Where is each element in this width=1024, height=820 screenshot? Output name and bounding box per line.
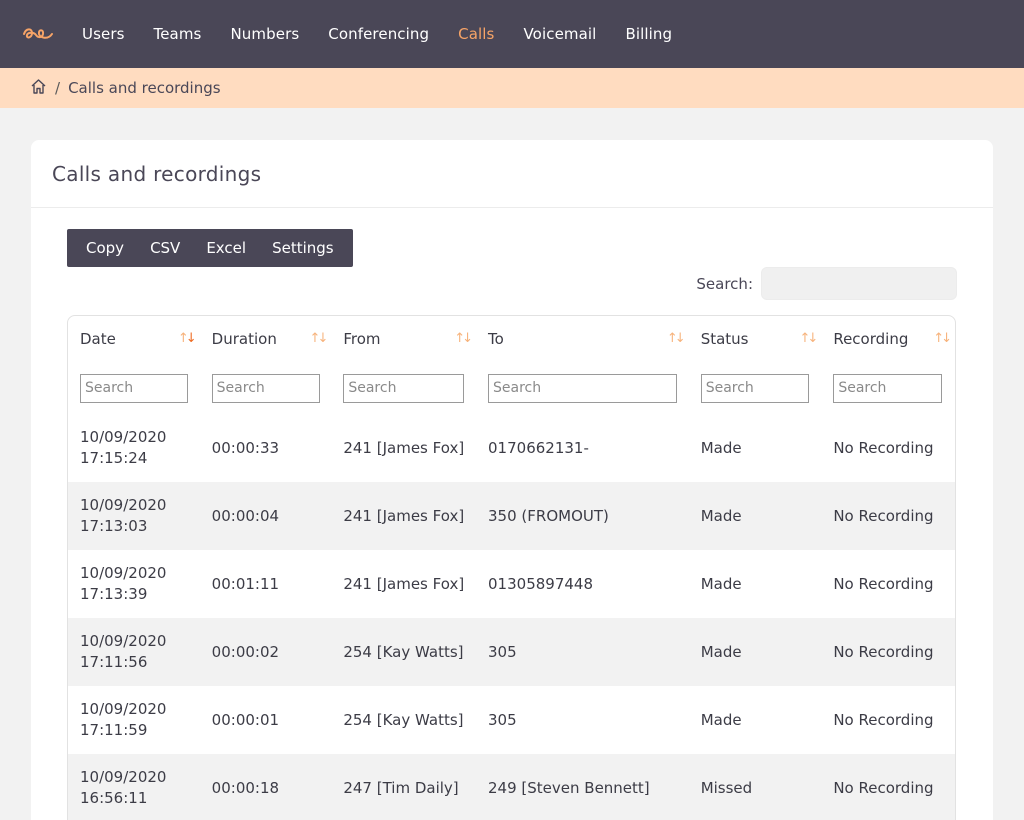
table-row[interactable]: 10/09/2020 17:15:24 00:00:33 241 [James F…: [68, 414, 955, 482]
date-cell: 10/09/2020 17:11:59: [68, 686, 200, 754]
breadcrumb-current: Calls and recordings: [68, 79, 221, 97]
sort-icon[interactable]: ↑↓: [667, 331, 686, 346]
column-label: Duration: [211, 330, 277, 348]
sort-icon[interactable]: ↑↓: [933, 331, 952, 346]
column-label: Recording: [833, 330, 909, 348]
column-header-recording[interactable]: Recording ↑↓: [821, 316, 955, 362]
recording-filter-input[interactable]: Search: [833, 373, 943, 403]
status-cell: Made: [688, 686, 822, 754]
home-icon[interactable]: [30, 78, 47, 99]
duration-cell: 00:01:11: [199, 550, 332, 618]
excel-button[interactable]: Excel: [193, 229, 259, 267]
nav-item-conferencing[interactable]: Conferencing: [328, 25, 429, 43]
status-cell: Made: [688, 482, 822, 550]
recording-cell: No Recording: [821, 686, 955, 754]
top-navigation: Users Teams Numbers Conferencing Calls V…: [0, 0, 1024, 68]
duration-cell: 00:00:33: [199, 414, 332, 482]
date-cell: 10/09/2020 17:13:39: [68, 550, 200, 618]
column-label: To: [488, 330, 504, 348]
column-header-from[interactable]: From ↑↓: [331, 316, 476, 362]
to-cell: 350 (FROMOUT): [476, 482, 689, 550]
nav-item-teams[interactable]: Teams: [154, 25, 202, 43]
to-filter-input[interactable]: Search: [488, 373, 678, 403]
nav-item-calls[interactable]: Calls: [458, 25, 494, 43]
from-cell: 241 [James Fox]: [331, 550, 477, 618]
column-label: Date: [80, 330, 116, 348]
table-row[interactable]: 10/09/2020 17:11:56 00:00:02 254 [Kay Wat…: [68, 618, 955, 686]
recording-cell: No Recording: [821, 414, 955, 482]
column-header-duration[interactable]: Duration ↑↓: [200, 316, 332, 362]
page-title: Calls and recordings: [52, 161, 262, 186]
status-cell: Made: [688, 414, 822, 482]
copy-button[interactable]: Copy: [73, 229, 137, 267]
duration-filter-input[interactable]: Search: [211, 373, 320, 403]
table-row[interactable]: 10/09/2020 17:11:59 00:00:01 254 [Kay Wat…: [68, 686, 955, 754]
to-cell: 0170662131-: [476, 414, 689, 482]
card-header: Calls and recordings: [31, 140, 993, 208]
export-button-group: Copy CSV Excel Settings: [67, 229, 353, 267]
status-cell: Missed: [688, 754, 822, 820]
calls-table-container: Date ↑↓ Duration ↑↓ From ↑↓ To ↑↓ Status…: [67, 315, 956, 820]
nav-menu: Users Teams Numbers Conferencing Calls V…: [82, 25, 701, 43]
column-label: Status: [700, 330, 749, 348]
to-cell: 305: [476, 618, 689, 686]
duration-cell: 00:00:02: [199, 618, 332, 686]
nav-item-users[interactable]: Users: [82, 25, 125, 43]
from-filter-input[interactable]: Search: [343, 373, 465, 403]
to-cell: 305: [476, 686, 689, 754]
recording-cell: No Recording: [821, 754, 955, 820]
status-cell: Made: [688, 618, 822, 686]
from-cell: 241 [James Fox]: [331, 482, 477, 550]
column-header-date[interactable]: Date ↑↓: [68, 316, 200, 362]
recording-cell: No Recording: [821, 550, 955, 618]
column-header-status[interactable]: Status ↑↓: [689, 316, 822, 362]
from-cell: 247 [Tim Daily]: [331, 754, 477, 820]
from-cell: 254 [Kay Watts]: [331, 618, 477, 686]
duration-cell: 00:00:01: [199, 686, 332, 754]
date-cell: 10/09/2020 17:11:56: [68, 618, 200, 686]
table-row[interactable]: 10/09/2020 17:13:39 00:01:11 241 [James F…: [68, 550, 955, 618]
search-label: Search:: [696, 274, 753, 293]
status-filter-input[interactable]: Search: [700, 373, 809, 403]
search-input[interactable]: [761, 267, 957, 300]
logo-icon[interactable]: [22, 24, 56, 44]
date-cell: 10/09/2020 17:15:24: [68, 414, 200, 482]
duration-cell: 00:00:18: [199, 754, 332, 820]
breadcrumb: / Calls and recordings: [0, 68, 1024, 108]
from-cell: 241 [James Fox]: [331, 414, 477, 482]
date-filter-input[interactable]: Search: [80, 373, 188, 403]
date-cell: 10/09/2020 17:13:03: [68, 482, 200, 550]
table-row[interactable]: 10/09/2020 16:56:11 00:00:18 247 [Tim Dai…: [68, 754, 955, 820]
status-cell: Made: [688, 550, 822, 618]
breadcrumb-separator: /: [55, 79, 61, 97]
date-cell: 10/09/2020 16:56:11: [68, 754, 200, 820]
settings-button[interactable]: Settings: [259, 229, 347, 267]
table-row[interactable]: 10/09/2020 17:13:03 00:00:04 241 [James F…: [68, 482, 955, 550]
calls-table: Date ↑↓ Duration ↑↓ From ↑↓ To ↑↓ Status…: [68, 316, 955, 820]
column-header-to[interactable]: To ↑↓: [476, 316, 689, 362]
to-cell: 01305897448: [476, 550, 689, 618]
nav-item-numbers[interactable]: Numbers: [230, 25, 299, 43]
nav-item-voicemail[interactable]: Voicemail: [523, 25, 596, 43]
csv-button[interactable]: CSV: [137, 229, 193, 267]
nav-item-billing[interactable]: Billing: [625, 25, 672, 43]
calls-card: Calls and recordings Copy CSV Excel Sett…: [31, 140, 993, 820]
filter-row: Search Search Search Search Search Searc…: [68, 362, 955, 414]
to-cell: 249 [Steven Bennett]: [476, 754, 689, 820]
column-label: From: [343, 330, 381, 348]
duration-cell: 00:00:04: [199, 482, 332, 550]
from-cell: 254 [Kay Watts]: [331, 686, 477, 754]
sort-icon[interactable]: ↑↓: [454, 331, 473, 346]
sort-icon[interactable]: ↑↓: [800, 331, 819, 346]
recording-cell: No Recording: [821, 482, 955, 550]
sort-desc-icon[interactable]: ↑↓: [178, 331, 197, 346]
table-search: Search:: [696, 267, 957, 300]
sort-icon[interactable]: ↑↓: [310, 331, 329, 346]
recording-cell: No Recording: [821, 618, 955, 686]
